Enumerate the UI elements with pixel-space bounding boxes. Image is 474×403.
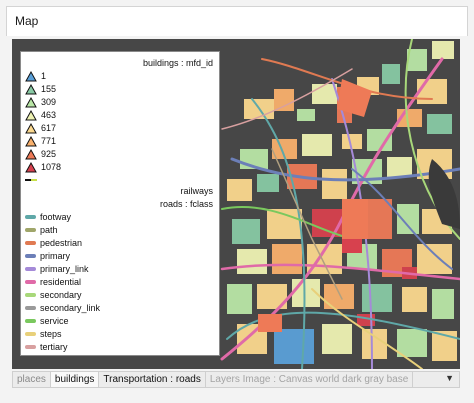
- triangle-marker-icon: [25, 135, 37, 146]
- legend-road-item: tertiary: [25, 341, 68, 353]
- road-swatch: [25, 306, 36, 310]
- legend-road-item: secondary: [25, 289, 82, 301]
- legend-building-item: 309: [25, 96, 56, 108]
- legend-road-item: primary_link: [25, 263, 89, 275]
- road-swatch: [25, 254, 36, 258]
- road-swatch: [25, 345, 36, 349]
- railway-line-icon: [25, 179, 37, 181]
- tab-layers-image[interactable]: Layers Image : Canvas world dark gray ba…: [206, 372, 414, 387]
- triangle-marker-icon: [25, 70, 37, 81]
- legend-building-item: 617: [25, 122, 56, 134]
- legend-road-item: service: [25, 315, 69, 327]
- map-window: Map buildings: mfd_id 1 155 309 463 617…: [0, 0, 474, 403]
- road-swatch: [25, 280, 36, 284]
- triangle-marker-icon: [25, 96, 37, 107]
- road-swatch: [25, 332, 36, 336]
- legend-road-item: pedestrian: [25, 237, 82, 249]
- road-swatch: [25, 241, 36, 245]
- legend-road-item: footway: [25, 211, 71, 223]
- layer-tab-bar: places buildings Transportation : roads …: [12, 371, 460, 388]
- legend-building-item: 1: [25, 70, 46, 82]
- legend-building-item: 463: [25, 109, 56, 121]
- road-swatch: [25, 319, 36, 323]
- legend-road-item: primary: [25, 250, 70, 262]
- legend-building-item: 155: [25, 83, 56, 95]
- legend-railway-symbol: [25, 174, 37, 186]
- road-swatch: [25, 293, 36, 297]
- legend-building-item: 1078: [25, 161, 61, 173]
- legend-road-item: residential: [25, 276, 81, 288]
- tab-transportation-roads[interactable]: Transportation : roads: [99, 372, 206, 387]
- legend-building-item: 925: [25, 148, 56, 160]
- tab-buildings[interactable]: buildings: [50, 372, 100, 387]
- triangle-marker-icon: [25, 161, 37, 172]
- triangle-marker-icon: [25, 122, 37, 133]
- legend-roads-header: roads : fclass: [159, 199, 213, 209]
- road-swatch: [25, 215, 36, 219]
- tab-places[interactable]: places: [13, 372, 51, 387]
- road-swatch: [25, 267, 36, 271]
- triangle-marker-icon: [25, 83, 37, 94]
- legend-road-item: steps: [25, 328, 62, 340]
- window-title: Map: [15, 14, 39, 28]
- road-swatch: [25, 228, 36, 232]
- chevron-down-icon[interactable]: ▼: [445, 373, 454, 383]
- legend-road-item: secondary_link: [25, 302, 100, 314]
- legend-buildings-header: buildings : mfd_id: [142, 58, 213, 68]
- map-legend: buildings : mfd_id 1 155 309 463 617 771…: [20, 51, 220, 356]
- map-canvas[interactable]: buildings : mfd_id 1 155 309 463 617 771…: [12, 39, 460, 369]
- legend-road-item: path: [25, 224, 58, 236]
- legend-building-item: 771: [25, 135, 56, 147]
- triangle-marker-icon: [25, 148, 37, 159]
- triangle-marker-icon: [25, 109, 37, 120]
- window-titlebar: Map: [6, 6, 468, 36]
- legend-railways-label: railways: [180, 186, 213, 196]
